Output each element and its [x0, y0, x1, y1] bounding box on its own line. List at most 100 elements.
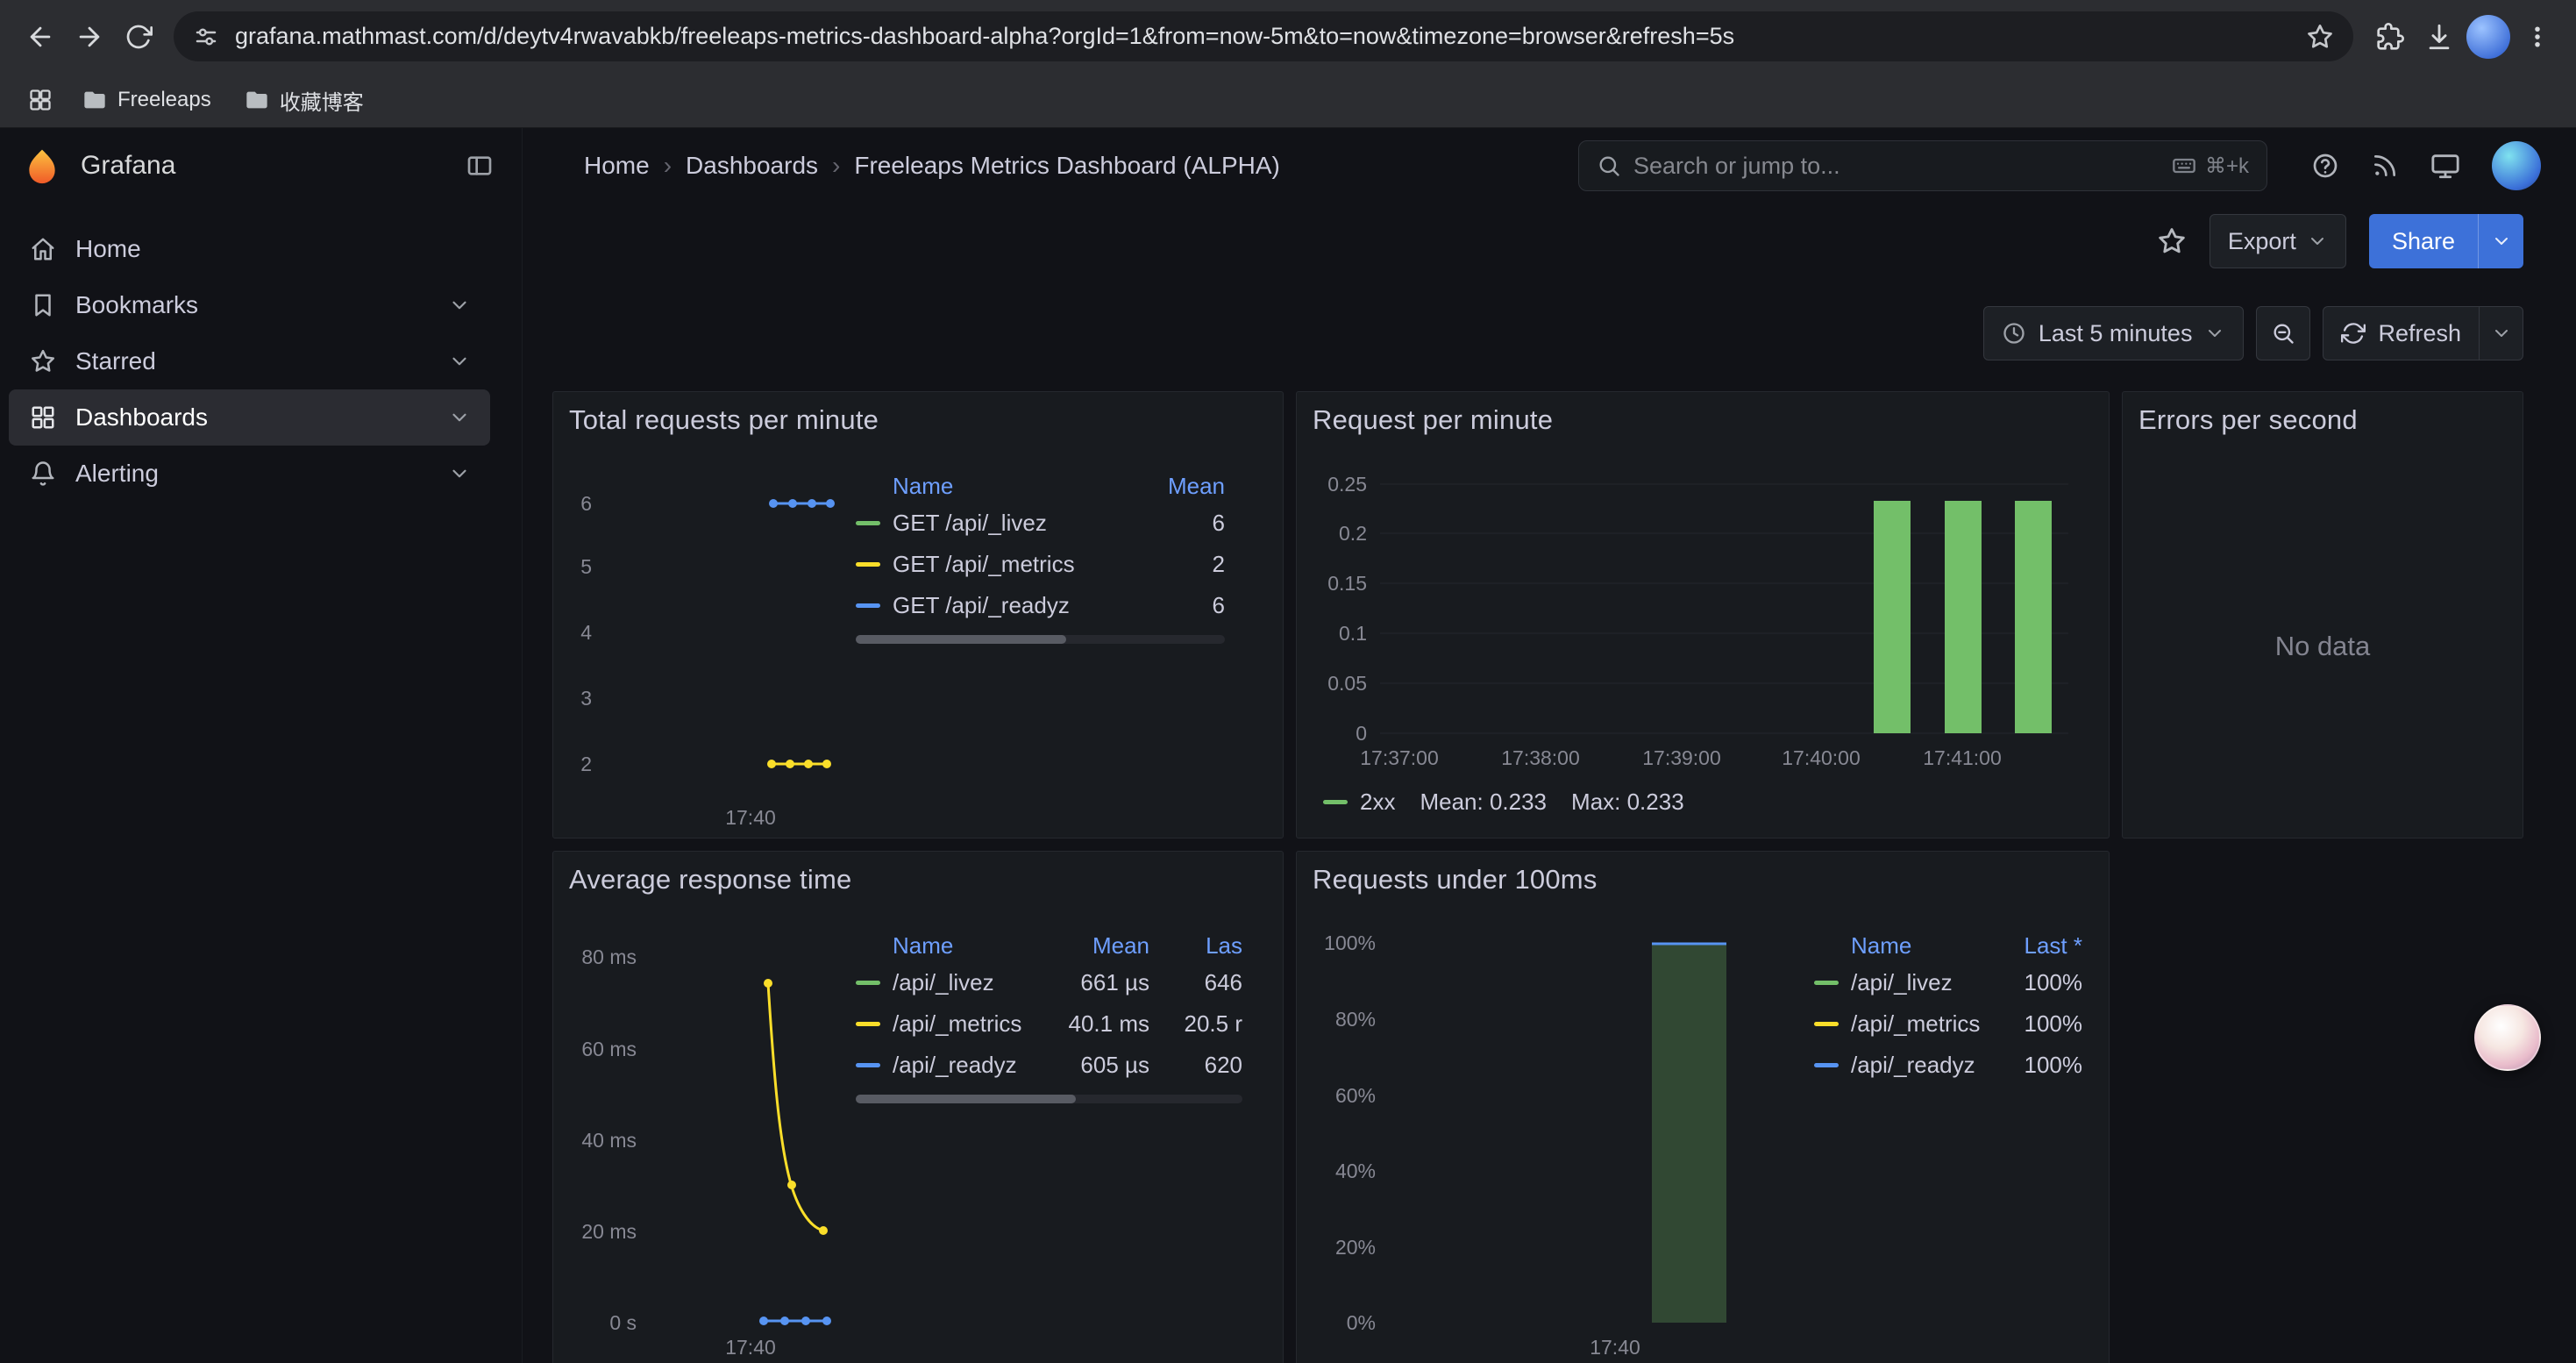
panel-errors-per-second[interactable]: Errors per second No data: [2122, 391, 2523, 838]
search-icon: [1597, 153, 1621, 178]
legend-row[interactable]: /api/_metrics 40.1 ms 20.5 r: [856, 1003, 1242, 1045]
dashboards-grid-icon: [30, 404, 56, 431]
legend-scrollbar[interactable]: [856, 635, 1225, 644]
sidebar-item-home[interactable]: Home: [9, 221, 490, 277]
reload-icon[interactable]: [114, 12, 163, 61]
favorite-star-icon[interactable]: [2157, 226, 2187, 256]
series-name[interactable]: /api/_readyz: [893, 1052, 1057, 1079]
bookmark-folder-blogs[interactable]: 收藏博客: [232, 79, 376, 121]
monitor-icon[interactable]: [2430, 151, 2460, 181]
back-icon[interactable]: [16, 12, 65, 61]
y-tick: 3: [553, 687, 592, 710]
sidebar-item-bookmarks[interactable]: Bookmarks: [9, 277, 490, 333]
bookmark-folder-freeleaps[interactable]: Freeleaps: [70, 79, 224, 121]
sidebar-item-starred[interactable]: Starred: [9, 333, 490, 389]
series-name[interactable]: /api/_readyz: [1851, 1052, 1984, 1079]
series-name[interactable]: GET /api/_readyz: [893, 592, 1120, 619]
legend-header-name[interactable]: Name: [1814, 932, 1984, 960]
legend-row[interactable]: /api/_readyz 100%: [1814, 1045, 2082, 1086]
sidebar-item-label: Home: [75, 235, 141, 263]
user-avatar[interactable]: [2492, 141, 2541, 190]
no-data-message: No data: [2123, 631, 2523, 662]
series-name[interactable]: GET /api/_metrics: [893, 551, 1120, 578]
legend-row[interactable]: /api/_livez 661 µs 646: [856, 962, 1242, 1003]
share-dropdown-button[interactable]: [2478, 214, 2523, 268]
panel-requests-under-100ms[interactable]: Requests under 100ms 100% 80% 60% 40% 20…: [1296, 851, 2110, 1363]
series-color-dash: [856, 562, 880, 567]
legend-row[interactable]: /api/_livez 100%: [1814, 962, 2082, 1003]
legend-header-mean[interactable]: Mean: [1120, 473, 1225, 500]
zoom-out-button[interactable]: [2256, 306, 2310, 360]
series-name[interactable]: /api/_livez: [893, 969, 1057, 996]
legend-series-2xx[interactable]: 2xx: [1323, 789, 1395, 816]
search-input[interactable]: Search or jump to... ⌘+k: [1578, 140, 2267, 191]
series-mean: 6: [1120, 510, 1225, 537]
legend-header-mean[interactable]: Mean: [1057, 932, 1149, 960]
share-button[interactable]: Share: [2369, 214, 2478, 268]
panel-request-per-minute[interactable]: Request per minute 0.25 0.2 0.15 0.1 0.0…: [1296, 391, 2110, 838]
grafana-logo[interactable]: [23, 146, 61, 185]
series-max-stat: Max: 0.233: [1571, 789, 1684, 816]
series-last: 620: [1149, 1052, 1242, 1079]
chevron-down-icon[interactable]: [448, 406, 471, 429]
panel-total-requests[interactable]: Total requests per minute 6 5 4 3 2 17:4…: [552, 391, 1284, 838]
legend-header-name[interactable]: Name: [856, 932, 1057, 960]
y-tick: 80 ms: [553, 946, 637, 968]
legend-header-last[interactable]: Last *: [1984, 932, 2082, 960]
series-color-dash: [856, 981, 880, 985]
legend: 2xx Mean: 0.233 Max: 0.233: [1323, 789, 1684, 816]
chevron-down-icon[interactable]: [448, 462, 471, 485]
breadcrumb-separator: ›: [818, 152, 854, 180]
sidebar-nav: Home Bookmarks Starred: [0, 203, 522, 502]
extensions-icon[interactable]: [2366, 12, 2415, 61]
chevron-down-icon[interactable]: [448, 294, 471, 317]
legend-row[interactable]: GET /api/_metrics 2: [856, 544, 1225, 585]
sidebar-item-alerting[interactable]: Alerting: [9, 446, 490, 502]
help-icon[interactable]: [2311, 152, 2339, 180]
sidebar-item-label: Alerting: [75, 460, 159, 488]
panel-average-response-time[interactable]: Average response time 80 ms 60 ms 40 ms …: [552, 851, 1284, 1363]
keyboard-icon: [2172, 153, 2196, 178]
downloads-icon[interactable]: [2415, 12, 2464, 61]
x-tick: 17:40: [725, 1336, 776, 1359]
time-range-picker[interactable]: Last 5 minutes: [1983, 306, 2245, 360]
star-icon: [30, 348, 56, 375]
bookmarks-bar: Freeleaps 收藏博客: [0, 73, 2576, 128]
y-tick: 0 s: [553, 1311, 637, 1334]
forward-icon[interactable]: [65, 12, 114, 61]
sidebar-toggle-icon[interactable]: [466, 152, 494, 180]
legend-header-name[interactable]: Name: [856, 473, 1120, 500]
profile-avatar[interactable]: [2464, 12, 2513, 61]
x-tick: 17:38:00: [1501, 746, 1580, 769]
legend-row[interactable]: GET /api/_livez 6: [856, 503, 1225, 544]
series-name[interactable]: GET /api/_livez: [893, 510, 1120, 537]
refresh-button[interactable]: Refresh: [2323, 306, 2480, 360]
series-name[interactable]: /api/_metrics: [1851, 1010, 1984, 1038]
breadcrumb-dashboards[interactable]: Dashboards: [686, 152, 818, 180]
site-info-icon[interactable]: [193, 24, 219, 50]
chevron-down-icon: [2491, 231, 2512, 252]
chevron-down-icon[interactable]: [448, 350, 471, 373]
url-bar[interactable]: grafana.mathmast.com/d/deytv4rwavabkb/fr…: [174, 11, 2353, 61]
legend-row[interactable]: /api/_readyz 605 µs 620: [856, 1045, 1242, 1086]
legend-header-last[interactable]: Las: [1149, 932, 1242, 960]
series-color-dash: [1814, 981, 1839, 985]
series-name[interactable]: /api/_metrics: [893, 1010, 1057, 1038]
bookmark-star-icon[interactable]: [2306, 23, 2334, 51]
assistant-avatar[interactable]: [2474, 1004, 2541, 1071]
breadcrumb-current: Freeleaps Metrics Dashboard (ALPHA): [854, 152, 1280, 180]
legend-header-row: Name Mean: [856, 469, 1225, 503]
browser-menu-icon[interactable]: [2513, 12, 2562, 61]
refresh-interval-dropdown[interactable]: [2480, 306, 2523, 360]
breadcrumb-home[interactable]: Home: [584, 152, 650, 180]
export-button[interactable]: Export: [2210, 214, 2346, 268]
series-name[interactable]: /api/_livez: [1851, 969, 1984, 996]
news-rss-icon[interactable]: [2371, 152, 2399, 180]
apps-grid-icon[interactable]: [19, 79, 61, 121]
legend-row[interactable]: GET /api/_readyz 6: [856, 585, 1225, 626]
bookmark-label: Freeleaps: [117, 88, 211, 112]
legend-scrollbar[interactable]: [856, 1095, 1242, 1103]
sidebar-item-dashboards[interactable]: Dashboards: [9, 389, 490, 446]
legend-row[interactable]: /api/_metrics 100%: [1814, 1003, 2082, 1045]
series-color-dash: [856, 1022, 880, 1026]
